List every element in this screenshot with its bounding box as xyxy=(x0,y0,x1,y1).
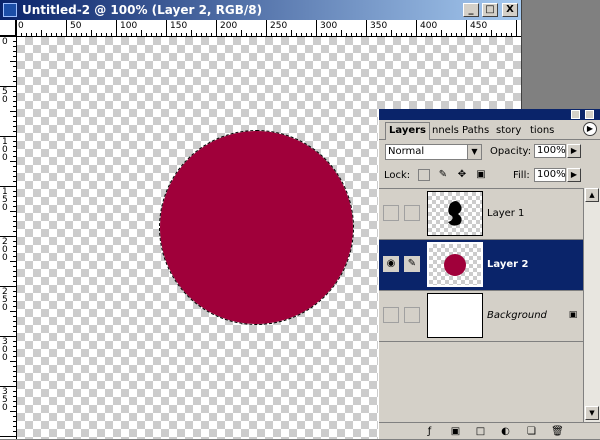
ruler-label: 400 xyxy=(420,21,438,31)
lock-row: Lock: ✎ ✥ ▣ Fill: 100% ▶ xyxy=(379,165,600,185)
window-title: Untitled-2 @ 100% (Layer 2, RGB/8) xyxy=(22,3,263,17)
eye-icon[interactable]: ◉ xyxy=(383,256,399,272)
blend-mode-select[interactable]: Normal ▼ xyxy=(385,144,482,160)
layer-thumbnail xyxy=(427,191,483,236)
opacity-label: Opacity: xyxy=(490,146,532,157)
brush-icon[interactable]: ✎ xyxy=(404,256,420,272)
maximize-button[interactable]: □ xyxy=(482,3,498,17)
title-bar[interactable]: Untitled-2 @ 100% (Layer 2, RGB/8) _ □ X xyxy=(0,0,521,20)
layer-style-icon[interactable]: ƒ xyxy=(423,425,436,438)
lock-transparency-icon[interactable] xyxy=(418,169,430,181)
palette-title-bar[interactable] xyxy=(379,109,600,120)
layer-name: Layer 1 xyxy=(487,208,525,219)
ruler-label: 100 xyxy=(120,21,138,31)
ruler-label: 250 xyxy=(270,21,288,31)
tab-history[interactable]: story xyxy=(493,123,529,138)
minimize-button[interactable]: _ xyxy=(463,3,479,17)
new-group-icon[interactable]: □ xyxy=(474,425,487,438)
layers-scrollbar[interactable]: ▲ ▼ xyxy=(583,188,600,422)
fill-slider-button[interactable]: ▶ xyxy=(567,168,581,182)
palette-minimize-button[interactable] xyxy=(571,110,580,119)
palette-tabs: Layers nnels Paths story tions ▶ xyxy=(379,120,600,140)
layer-thumbnail xyxy=(427,293,483,338)
layer-art-icon xyxy=(448,201,462,226)
visibility-toggle[interactable] xyxy=(383,307,399,323)
ruler-label: 100 xyxy=(2,137,8,163)
ruler-label: 350 xyxy=(370,21,388,31)
ruler-label: 50 xyxy=(70,21,82,31)
chevron-down-icon: ▼ xyxy=(467,145,481,159)
layers-list: Layer 1 ◉ ✎ Layer 2 Background ▣ xyxy=(379,188,583,423)
tab-channels[interactable]: nnels xyxy=(429,123,463,138)
opacity-slider-button[interactable]: ▶ xyxy=(567,144,581,158)
circle-thumbnail-icon xyxy=(444,254,466,276)
ruler-label: 200 xyxy=(2,237,8,263)
palette-close-button[interactable] xyxy=(585,110,594,119)
tab-paths[interactable]: Paths xyxy=(459,123,492,138)
adjustment-layer-icon[interactable]: ◐ xyxy=(499,425,512,438)
layer-name: Background xyxy=(487,310,547,321)
scroll-down-button[interactable]: ▼ xyxy=(585,406,599,420)
add-mask-icon[interactable]: ▣ xyxy=(449,425,462,438)
ruler-label: 0 xyxy=(18,21,24,31)
blend-row: Normal ▼ Opacity: 100% ▶ xyxy=(379,141,600,161)
layer-thumbnail xyxy=(427,242,483,287)
scroll-up-button[interactable]: ▲ xyxy=(585,188,599,202)
ruler-label: 300 xyxy=(320,21,338,31)
tab-layers[interactable]: Layers xyxy=(385,122,430,140)
photoshop-icon xyxy=(3,3,17,17)
delete-layer-icon[interactable]: 🗑 xyxy=(551,425,564,438)
visibility-toggle[interactable] xyxy=(383,205,399,221)
lock-move-icon[interactable]: ✥ xyxy=(456,169,468,181)
fill-field[interactable]: 100% xyxy=(534,168,566,182)
lock-all-icon[interactable]: ▣ xyxy=(475,169,487,181)
ruler-ticks-top xyxy=(16,20,517,36)
layers-palette: Layers nnels Paths story tions ▶ Normal … xyxy=(378,109,600,439)
blend-mode-value: Normal xyxy=(388,146,425,157)
layer-row-layer-1[interactable]: Layer 1 xyxy=(379,189,583,240)
marquee-selection xyxy=(159,130,354,325)
opacity-field[interactable]: 100% xyxy=(534,144,566,158)
link-toggle[interactable] xyxy=(404,307,420,323)
ruler-label: 350 xyxy=(2,387,8,413)
palette-menu-icon[interactable]: ▶ xyxy=(583,122,597,136)
lock-label: Lock: xyxy=(384,170,411,181)
ruler-label: 150 xyxy=(2,187,8,213)
ruler-origin[interactable] xyxy=(0,20,16,36)
lock-icon: ▣ xyxy=(568,310,578,320)
ruler-label: 250 xyxy=(2,287,8,313)
horizontal-ruler[interactable]: 0 50 100 150 200 250 300 350 400 450 xyxy=(16,20,521,37)
fill-label: Fill: xyxy=(513,170,530,181)
vertical-ruler[interactable]: 0 50 100 150 200 250 300 350 xyxy=(0,36,17,439)
ruler-label: 200 xyxy=(220,21,238,31)
ruler-label: 50 xyxy=(2,87,8,105)
ruler-label: 450 xyxy=(470,21,488,31)
lock-brush-icon[interactable]: ✎ xyxy=(437,169,449,181)
tab-actions[interactable]: tions xyxy=(527,123,563,138)
close-button[interactable]: X xyxy=(502,3,518,17)
layer-row-layer-2[interactable]: ◉ ✎ Layer 2 xyxy=(379,240,583,291)
link-toggle[interactable] xyxy=(404,205,420,221)
ruler-label: 150 xyxy=(170,21,188,31)
layer-name: Layer 2 xyxy=(487,259,529,270)
palette-footer: ƒ ▣ □ ◐ ❏ 🗑 xyxy=(379,422,600,440)
ruler-label: 300 xyxy=(2,337,8,363)
ruler-label: 0 xyxy=(2,37,8,47)
new-layer-icon[interactable]: ❏ xyxy=(525,425,538,438)
layer-row-background[interactable]: Background ▣ xyxy=(379,291,583,342)
